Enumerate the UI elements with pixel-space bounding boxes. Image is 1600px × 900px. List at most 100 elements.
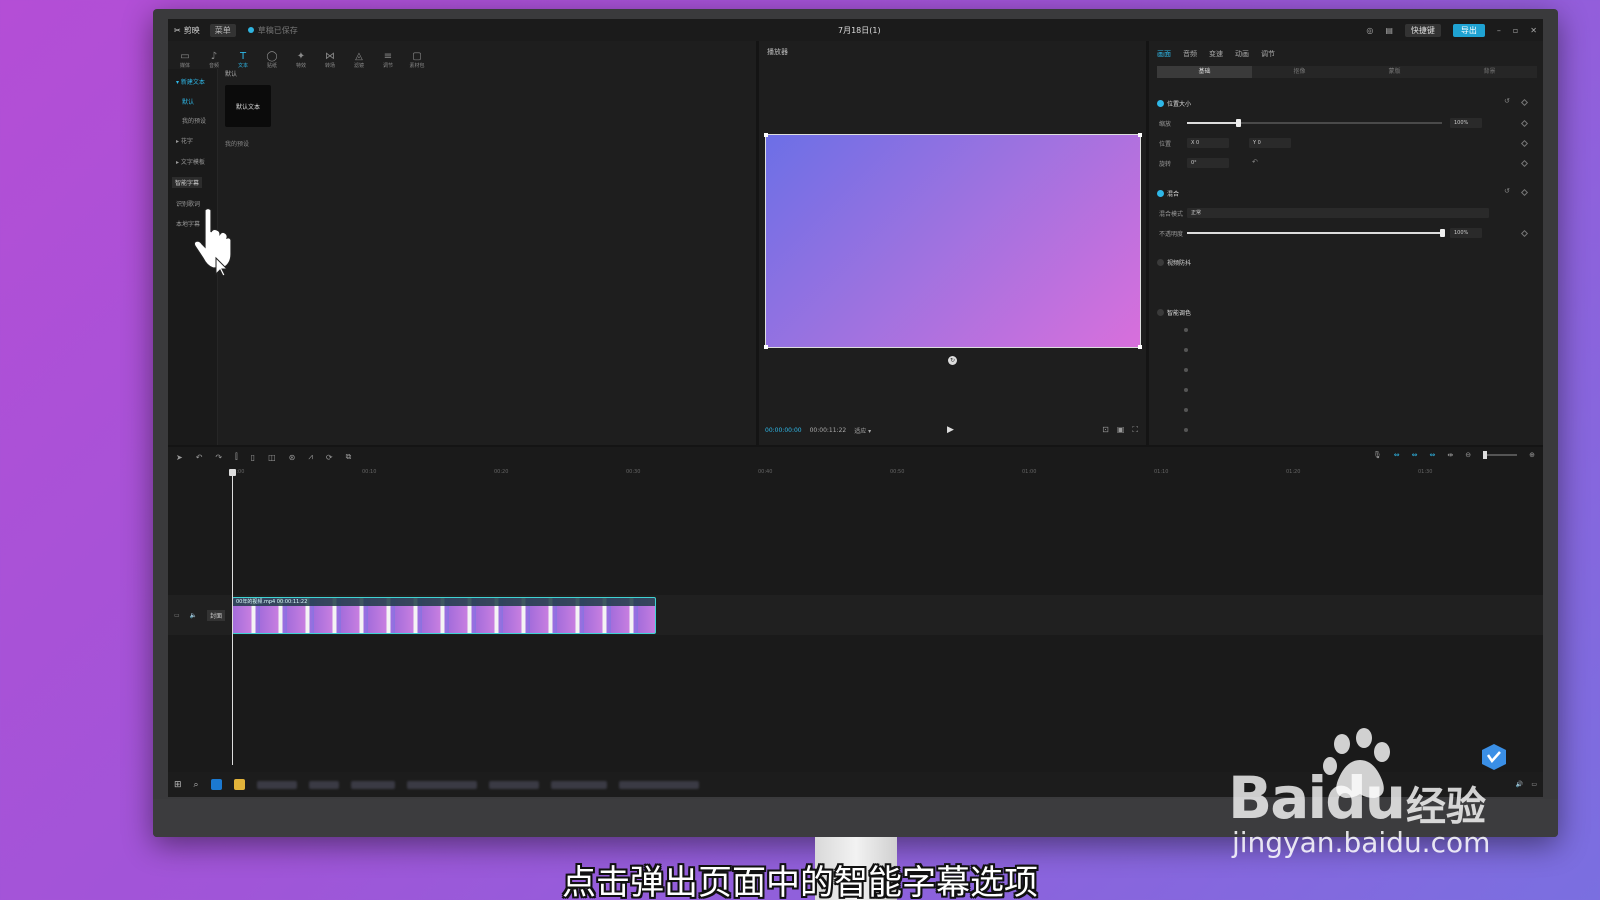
subtab-basic[interactable]: 基础 bbox=[1157, 66, 1252, 78]
zoom-knob[interactable] bbox=[1483, 451, 1488, 459]
subtab-keying[interactable]: 抠像 bbox=[1252, 66, 1347, 78]
ratio-select[interactable]: 适应 ▾ bbox=[854, 426, 871, 435]
app-icon[interactable] bbox=[210, 779, 222, 790]
tab-audio[interactable]: ♪ 音频 bbox=[205, 51, 223, 69]
zoom-fit-icon[interactable]: ⊕ bbox=[1529, 451, 1535, 459]
subtab-background[interactable]: 背景 bbox=[1442, 66, 1537, 78]
tab-effects[interactable]: ✦ 特效 bbox=[292, 51, 310, 69]
tab-material-pack[interactable]: ▢ 素材包 bbox=[408, 51, 426, 69]
taskbar-app[interactable] bbox=[350, 780, 395, 789]
redo-icon[interactable]: ↷ bbox=[215, 453, 222, 462]
fullscreen-icon[interactable]: ⛶ bbox=[1132, 425, 1138, 435]
select-tool-icon[interactable]: ➤ bbox=[176, 453, 183, 462]
keyframe-icon[interactable] bbox=[1520, 229, 1529, 238]
ratio-icon[interactable]: ▣ bbox=[1117, 425, 1125, 435]
taskbar-app[interactable] bbox=[256, 780, 297, 789]
taskbar-app[interactable] bbox=[488, 780, 539, 789]
track-lock-icon[interactable]: ▭ bbox=[174, 612, 180, 619]
folder-icon[interactable] bbox=[233, 779, 245, 790]
keyframe-icon[interactable] bbox=[1520, 159, 1529, 168]
preview-canvas[interactable] bbox=[764, 133, 1142, 349]
freeze-icon[interactable]: ◫ bbox=[268, 453, 276, 462]
keyframe-icon[interactable] bbox=[1520, 139, 1529, 148]
sidebar-item-text-templates[interactable]: ▸ 文字模板 bbox=[176, 157, 205, 166]
reverse-icon[interactable]: ⊛ bbox=[289, 453, 296, 462]
stabilize-toggle[interactable]: 视频防抖 bbox=[1157, 258, 1191, 267]
rotate-handle-icon[interactable]: ↻ bbox=[948, 356, 957, 365]
resize-handle[interactable] bbox=[764, 345, 768, 349]
maximize-icon[interactable]: ▫ bbox=[1513, 26, 1518, 35]
keyframe-icon[interactable] bbox=[1520, 98, 1529, 107]
menu-button[interactable]: 菜单 bbox=[209, 23, 236, 37]
sidebar-item-fancy-text[interactable]: ▸ 花字 bbox=[176, 136, 193, 145]
tab-animation[interactable]: 动画 bbox=[1235, 49, 1249, 59]
minimize-icon[interactable]: – bbox=[1497, 26, 1501, 35]
sidebar-item-new-text[interactable]: ▾ 新建文本 bbox=[176, 77, 205, 86]
scale-slider-knob[interactable] bbox=[1236, 119, 1241, 127]
layout-icon[interactable]: ▤ bbox=[1385, 26, 1393, 35]
playhead[interactable] bbox=[229, 469, 236, 765]
zoom-out-icon[interactable]: ⊖ bbox=[1465, 451, 1471, 459]
notification-icon[interactable]: ▭ bbox=[1531, 781, 1537, 788]
keyframe-icon[interactable] bbox=[1520, 119, 1529, 128]
cover-button[interactable]: 封面 bbox=[207, 610, 226, 621]
sidebar-item-my-presets[interactable]: 我的预设 bbox=[182, 116, 206, 125]
close-icon[interactable]: ✕ bbox=[1530, 26, 1537, 35]
track-mute-icon[interactable]: 🔈 bbox=[190, 612, 197, 619]
sidebar-item-default[interactable]: 默认 bbox=[182, 97, 194, 106]
link-icon[interactable]: ⇔ bbox=[1412, 451, 1418, 459]
mirror-icon[interactable]: ⩘ bbox=[308, 452, 313, 462]
taskbar-app[interactable] bbox=[550, 780, 607, 789]
delete-icon[interactable]: ▯ bbox=[251, 453, 255, 462]
rotate-icon[interactable]: ⟳ bbox=[326, 453, 333, 462]
taskbar-app[interactable] bbox=[308, 780, 339, 789]
position-x-input[interactable]: X 0 bbox=[1187, 138, 1229, 148]
tab-text[interactable]: T 文本 bbox=[234, 51, 252, 69]
zoom-slider[interactable] bbox=[1483, 451, 1518, 459]
split-icon[interactable]: ⫿ bbox=[235, 452, 238, 462]
tab-sticker[interactable]: ◯ 贴纸 bbox=[263, 51, 281, 69]
align-icon[interactable]: ⇹ bbox=[1447, 451, 1453, 459]
rotate-input[interactable]: 0° bbox=[1187, 158, 1229, 168]
sidebar-item-smart-captions[interactable]: 智能字幕 bbox=[172, 177, 203, 188]
crop-tool-icon[interactable]: ⧉ bbox=[346, 452, 352, 462]
tab-speed[interactable]: 变速 bbox=[1209, 49, 1223, 59]
crop-icon[interactable]: ⊡ bbox=[1102, 425, 1109, 435]
resize-handle[interactable] bbox=[1138, 133, 1142, 137]
reset-icon[interactable]: ↺ bbox=[1504, 187, 1510, 195]
blend-mode-select[interactable]: 正常 bbox=[1187, 208, 1489, 218]
microphone-icon[interactable]: 🎙 bbox=[1373, 451, 1382, 459]
taskbar-app[interactable] bbox=[406, 780, 477, 789]
tab-adjust[interactable]: ≡ 调节 bbox=[379, 51, 397, 69]
color-correct-toggle[interactable]: 智能调色 bbox=[1157, 308, 1191, 317]
time-ruler[interactable]: 00:00 00:10 00:20 00:30 00:40 00:50 01:0… bbox=[230, 469, 1530, 479]
preview-axis-icon[interactable]: ⇔ bbox=[1430, 451, 1436, 459]
search-icon[interactable]: ⌕ bbox=[194, 780, 199, 790]
keyframe-icon[interactable] bbox=[1520, 188, 1529, 197]
shortcut-button[interactable]: 快捷键 bbox=[1404, 23, 1441, 37]
scale-input[interactable]: 100% bbox=[1450, 118, 1482, 128]
play-button[interactable]: ▶ bbox=[947, 425, 954, 435]
magnet-icon[interactable]: ⇔ bbox=[1394, 451, 1400, 459]
tab-transition[interactable]: ⋈ 转场 bbox=[321, 51, 339, 69]
blend-toggle[interactable]: 混合 bbox=[1157, 189, 1179, 198]
export-button[interactable]: 导出 bbox=[1452, 23, 1485, 37]
tab-media[interactable]: ▭ 媒体 bbox=[176, 51, 194, 69]
opacity-slider-knob[interactable] bbox=[1440, 229, 1445, 237]
tab-filter[interactable]: ◬ 滤镜 bbox=[350, 51, 368, 69]
position-y-input[interactable]: Y 0 bbox=[1249, 138, 1291, 148]
undo-icon[interactable]: ↶ bbox=[196, 453, 203, 462]
feedback-icon[interactable]: ◎ bbox=[1366, 26, 1373, 35]
tab-adjust-props[interactable]: 调节 bbox=[1261, 49, 1275, 59]
taskbar-app[interactable] bbox=[618, 780, 699, 789]
opacity-input[interactable]: 100% bbox=[1450, 228, 1482, 238]
subtab-mask[interactable]: 蒙版 bbox=[1347, 66, 1442, 78]
windows-start-icon[interactable]: ⊞ bbox=[174, 780, 182, 790]
reset-icon[interactable]: ↺ bbox=[1504, 97, 1510, 105]
default-text-tile[interactable]: 默认文本 bbox=[225, 85, 271, 127]
position-size-toggle[interactable]: 位置大小 bbox=[1157, 99, 1191, 108]
resize-handle[interactable] bbox=[764, 133, 768, 137]
resize-handle[interactable] bbox=[1138, 345, 1142, 349]
tab-picture[interactable]: 画面 bbox=[1157, 49, 1171, 59]
rotate-step-icon[interactable]: ↶ bbox=[1252, 158, 1258, 166]
